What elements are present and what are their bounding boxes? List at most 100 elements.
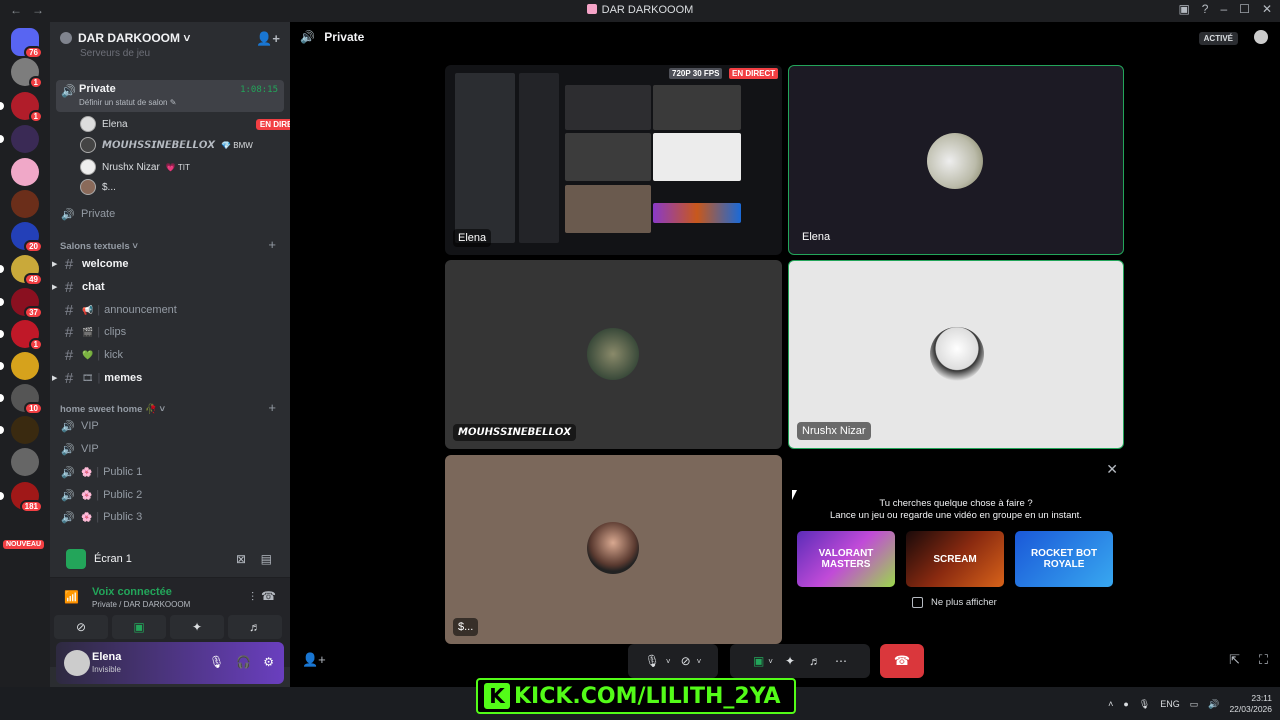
server-icon[interactable]: 1 (0, 92, 43, 123)
more-options-icon[interactable]: ⋯ (835, 654, 847, 668)
hash-icon: # (64, 323, 74, 341)
disconnect-icon[interactable]: ☎ (261, 589, 276, 603)
checkbox[interactable] (912, 597, 923, 608)
game-card-scream[interactable]: SCREAM (906, 531, 1004, 587)
server-icon[interactable]: 1 (11, 58, 43, 89)
camera-off-icon[interactable]: ⊘ (681, 654, 691, 668)
text-channel-announcement[interactable]: # 📢 | announcement (50, 300, 290, 320)
minimize-button[interactable]: – (1220, 2, 1227, 16)
server-icon[interactable] (11, 190, 39, 218)
avatar (80, 159, 96, 175)
network-icon[interactable]: ▭ (1190, 699, 1199, 710)
chevron-up-icon[interactable]: ˄ (1108, 699, 1113, 709)
voice-channel-vip-2[interactable]: 🔊 VIP (50, 439, 290, 459)
maximize-button[interactable]: ☐ (1239, 2, 1250, 16)
voice-channel-private[interactable]: 🔊 Private (50, 204, 290, 224)
volume-icon[interactable]: 🔊 (1208, 699, 1219, 710)
microphone-icon[interactable]: 🎙 (645, 654, 660, 668)
noise-suppression-icon[interactable]: ⫶ (251, 590, 254, 605)
chevron-down-icon[interactable]: ˅ (768, 657, 773, 666)
share-screen-button[interactable]: ▣ (112, 615, 166, 639)
game-card-valorant[interactable]: VALORANT MASTERS (797, 531, 895, 587)
voice-user[interactable]: Nrushx Nizar 💗 TIT (80, 157, 190, 177)
user-panel[interactable]: Elena Invisible 🎙 🎧 ⚙ (56, 642, 284, 684)
text-channel-chat[interactable]: ▶ # chat (50, 277, 290, 297)
participant-tile[interactable]: Nrushx Nizar (788, 260, 1124, 449)
voice-user[interactable]: $... (80, 177, 116, 197)
voice-channel-public-1[interactable]: 🔊 🌸 | Public 1 (50, 462, 290, 482)
speaker-icon: 🔊 (61, 209, 75, 221)
steam-icon[interactable]: ● (1123, 699, 1128, 709)
close-window-button[interactable]: ✕ (1262, 2, 1272, 16)
add-channel-icon[interactable]: + (268, 400, 276, 415)
server-icon[interactable] (0, 352, 39, 380)
invite-to-call-icon[interactable]: 👤+ (302, 652, 326, 668)
add-channel-icon[interactable]: + (268, 237, 276, 252)
chevron-down-icon[interactable]: ˅ (697, 657, 702, 666)
invite-icon[interactable]: 👤+ (256, 31, 280, 47)
server-icon[interactable] (0, 125, 39, 153)
chevron-down-icon[interactable]: ˅ (666, 657, 671, 666)
camera-off-button[interactable]: ⊘ (54, 615, 108, 639)
home-discord-icon[interactable]: 76 (11, 28, 43, 59)
server-icon[interactable]: 37 (0, 288, 43, 319)
server-icon[interactable]: 20 (11, 222, 43, 253)
hash-icon: # (64, 369, 74, 387)
soundboard-button[interactable]: ♬ (228, 615, 282, 639)
chat-bubble-icon[interactable] (1254, 30, 1268, 44)
hash-icon: # (64, 255, 74, 273)
popout-icon[interactable]: ⇱ (1229, 652, 1240, 668)
server-icon[interactable] (11, 158, 39, 186)
inbox-icon[interactable]: ▣ (1178, 2, 1189, 16)
close-icon[interactable]: ✕ (1106, 461, 1118, 478)
microphone-icon[interactable]: 🎙 (209, 655, 224, 669)
settings-gear-icon[interactable]: ⚙ (263, 655, 274, 669)
text-channel-kick[interactable]: # 💚 | kick (50, 345, 290, 365)
participant-tile[interactable]: $... (445, 455, 782, 644)
stop-share-icon[interactable]: ⊠ (236, 552, 246, 566)
share-screen-icon[interactable]: ▣ (753, 654, 764, 668)
soundboard-icon[interactable]: ♬ (809, 654, 821, 668)
participant-tile[interactable]: 𝙈𝙊𝙐𝙃𝙎𝙎𝙄𝙉𝙀𝘽𝙀𝙇𝙇𝙊𝙓 (445, 260, 782, 449)
stream-tile[interactable]: 720P 30 FPS EN DIRECT Elena (445, 65, 782, 255)
server-icon[interactable]: 10 (0, 384, 43, 415)
voice-user[interactable]: 𝙈𝙊𝙐𝙃𝙎𝙎𝙄𝙉𝙀𝘽𝙀𝙇𝙇𝙊𝙓 💎 BMW (80, 135, 253, 155)
hash-icon: # (64, 278, 74, 296)
language-indicator[interactable]: ENG (1160, 699, 1180, 709)
headphones-icon[interactable]: 🎧 (236, 655, 251, 669)
voice-channel-public-2[interactable]: 🔊 🌸 | Public 2 (50, 485, 290, 505)
activities-icon[interactable]: ✦ (785, 654, 795, 668)
server-icon[interactable]: 1 (0, 320, 43, 351)
tile-name: Nrushx Nizar (797, 422, 871, 440)
voice-channel-public-3[interactable]: 🔊 🌸 | Public 3 (50, 507, 290, 527)
text-channel-clips[interactable]: # 🎬 | clips (50, 322, 290, 342)
help-icon[interactable]: ? (1202, 2, 1209, 16)
clock[interactable]: 23:11 22/03/2026 (1229, 693, 1272, 715)
voice-user[interactable]: Elena EN DIRECT (80, 114, 307, 134)
activities-button[interactable]: ✦ (170, 615, 224, 639)
game-card-rocket-bot-royale[interactable]: ROCKET BOT ROYALE (1015, 531, 1113, 587)
text-channel-memes[interactable]: ▶ # 🎞 | memes (50, 368, 290, 388)
voice-channel-vip[interactable]: 🔊 VIP (50, 416, 290, 436)
fullscreen-icon[interactable]: ⛶ (1259, 652, 1268, 668)
dont-show-again[interactable]: Ne plus afficher (912, 597, 997, 608)
guild-icon (60, 32, 72, 44)
microphone-icon[interactable]: 🎙 (1139, 699, 1150, 710)
screen-share-icon (66, 549, 86, 569)
server-icon[interactable] (0, 416, 39, 444)
speaker-icon: 🔊 (61, 512, 75, 524)
server-icon[interactable]: 49 (0, 255, 43, 286)
participant-tile[interactable]: Elena (788, 65, 1124, 255)
voice-channel-private-active[interactable]: 🔊 Private Définir un statut de salon ✎ 1… (56, 80, 284, 112)
category-text-channels[interactable]: Salons textuels ˅ (60, 241, 138, 252)
avatar (80, 179, 96, 195)
channel-sidebar: DAR DARKOOOM ˅ 👤+ Serveurs de jeu 🔊 Priv… (50, 22, 307, 687)
server-icon[interactable] (11, 448, 39, 476)
category-home-sweet-home[interactable]: home sweet home 🥀 ˅ (60, 404, 165, 415)
end-call-button[interactable]: ☎ (880, 644, 924, 678)
speaker-icon: 🔊 (61, 84, 76, 98)
server-icon[interactable]: 181 (0, 482, 43, 513)
popout-icon[interactable]: ▤ (261, 552, 272, 566)
screen-share-panel[interactable]: Écran 1 ⊠ ▤ (56, 542, 284, 576)
text-channel-welcome[interactable]: ▶ # welcome (50, 254, 290, 274)
